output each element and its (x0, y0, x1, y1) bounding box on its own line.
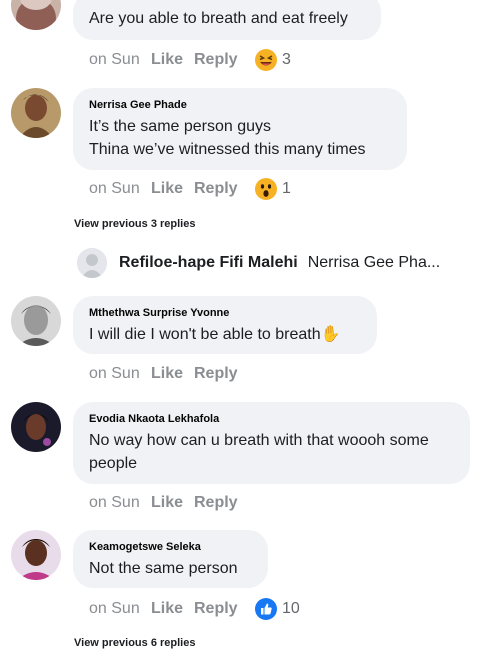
avatar[interactable] (11, 530, 61, 580)
comment-text: It’s the same person guys (89, 118, 272, 135)
avatar[interactable] (11, 0, 61, 30)
avatar[interactable] (11, 296, 61, 346)
comment-bubble: Nerrisa Gee Phade It’s the same person g… (73, 88, 407, 170)
laughing-emoji-icon (254, 48, 278, 72)
comment-text: Thina we’ve witnessed this many times (89, 141, 366, 158)
comment-text: No way how can u breath with that woooh … (89, 432, 429, 449)
reaction-summary[interactable]: 10 (254, 597, 300, 621)
comment-actions: on Sun Like Reply 3 (89, 49, 291, 71)
comment-bubble: Mthethwa Surprise Yvonne I will die I wo… (73, 296, 377, 354)
reply-button[interactable]: Reply (194, 600, 254, 618)
reaction-summary[interactable]: 3 (254, 48, 291, 72)
like-button[interactable]: Like (151, 51, 194, 69)
like-button[interactable]: Like (151, 180, 194, 198)
view-previous-replies-link[interactable]: View previous 3 replies (74, 218, 195, 230)
comment-author[interactable]: Nerrisa Gee Phade (89, 98, 391, 112)
reply-button[interactable]: Reply (194, 365, 254, 383)
comment-author[interactable]: Evodia Nkaota Lekhafola (89, 412, 454, 426)
view-previous-replies-link[interactable]: View previous 6 replies (74, 637, 195, 649)
comment-text: people (89, 455, 138, 472)
reply-snippet: Nerrisa Gee Pha... (307, 254, 441, 271)
comment-actions: on Sun Like Reply 1 (89, 178, 291, 200)
like-button[interactable]: Like (151, 494, 194, 512)
comment-timestamp: on Sun (89, 494, 140, 511)
reaction-count: 1 (282, 180, 291, 197)
reaction-summary[interactable]: 1 (254, 177, 291, 201)
comment-timestamp: on Sun (89, 600, 140, 617)
reply-button[interactable]: Reply (194, 180, 254, 198)
wow-emoji-icon (254, 177, 278, 201)
comment-actions: on Sun Like Reply (89, 492, 254, 514)
comment-author[interactable]: Keamogetswe Seleka (89, 540, 252, 554)
like-button[interactable]: Like (151, 365, 194, 383)
reply-button[interactable]: Reply (194, 494, 254, 512)
reaction-count: 3 (282, 51, 291, 68)
reply-button[interactable]: Reply (194, 51, 254, 69)
comment-author[interactable]: Mthethwa Surprise Yvonne (89, 306, 361, 320)
comment-actions: on Sun Like Reply 10 (89, 598, 300, 620)
avatar[interactable] (11, 88, 61, 138)
comment-actions: on Sun Like Reply (89, 363, 254, 385)
reply-author[interactable]: Refiloe-hape Fifi Malehi (119, 254, 298, 272)
comment-timestamp: on Sun (89, 180, 140, 197)
reply-preview[interactable]: Refiloe-hape Fifi Malehi Nerrisa Gee Pha… (77, 248, 440, 278)
like-thumb-icon (254, 597, 278, 621)
reaction-count: 10 (282, 600, 300, 617)
comment-bubble: Evodia Nkaota Lekhafola No way how can u… (73, 402, 470, 484)
comment-text: I will die I won't be able to breath✋ (89, 326, 341, 343)
comment-bubble: Are you able to breath and eat freely (73, 0, 381, 40)
like-button[interactable]: Like (151, 600, 194, 618)
avatar (77, 248, 107, 278)
comment-bubble: Keamogetswe Seleka Not the same person (73, 530, 268, 588)
comment-timestamp: on Sun (89, 365, 140, 382)
avatar[interactable] (11, 402, 61, 452)
comment-text: Not the same person (89, 560, 238, 577)
comment-text: Are you able to breath and eat freely (89, 10, 348, 27)
comment-timestamp: on Sun (89, 51, 140, 68)
